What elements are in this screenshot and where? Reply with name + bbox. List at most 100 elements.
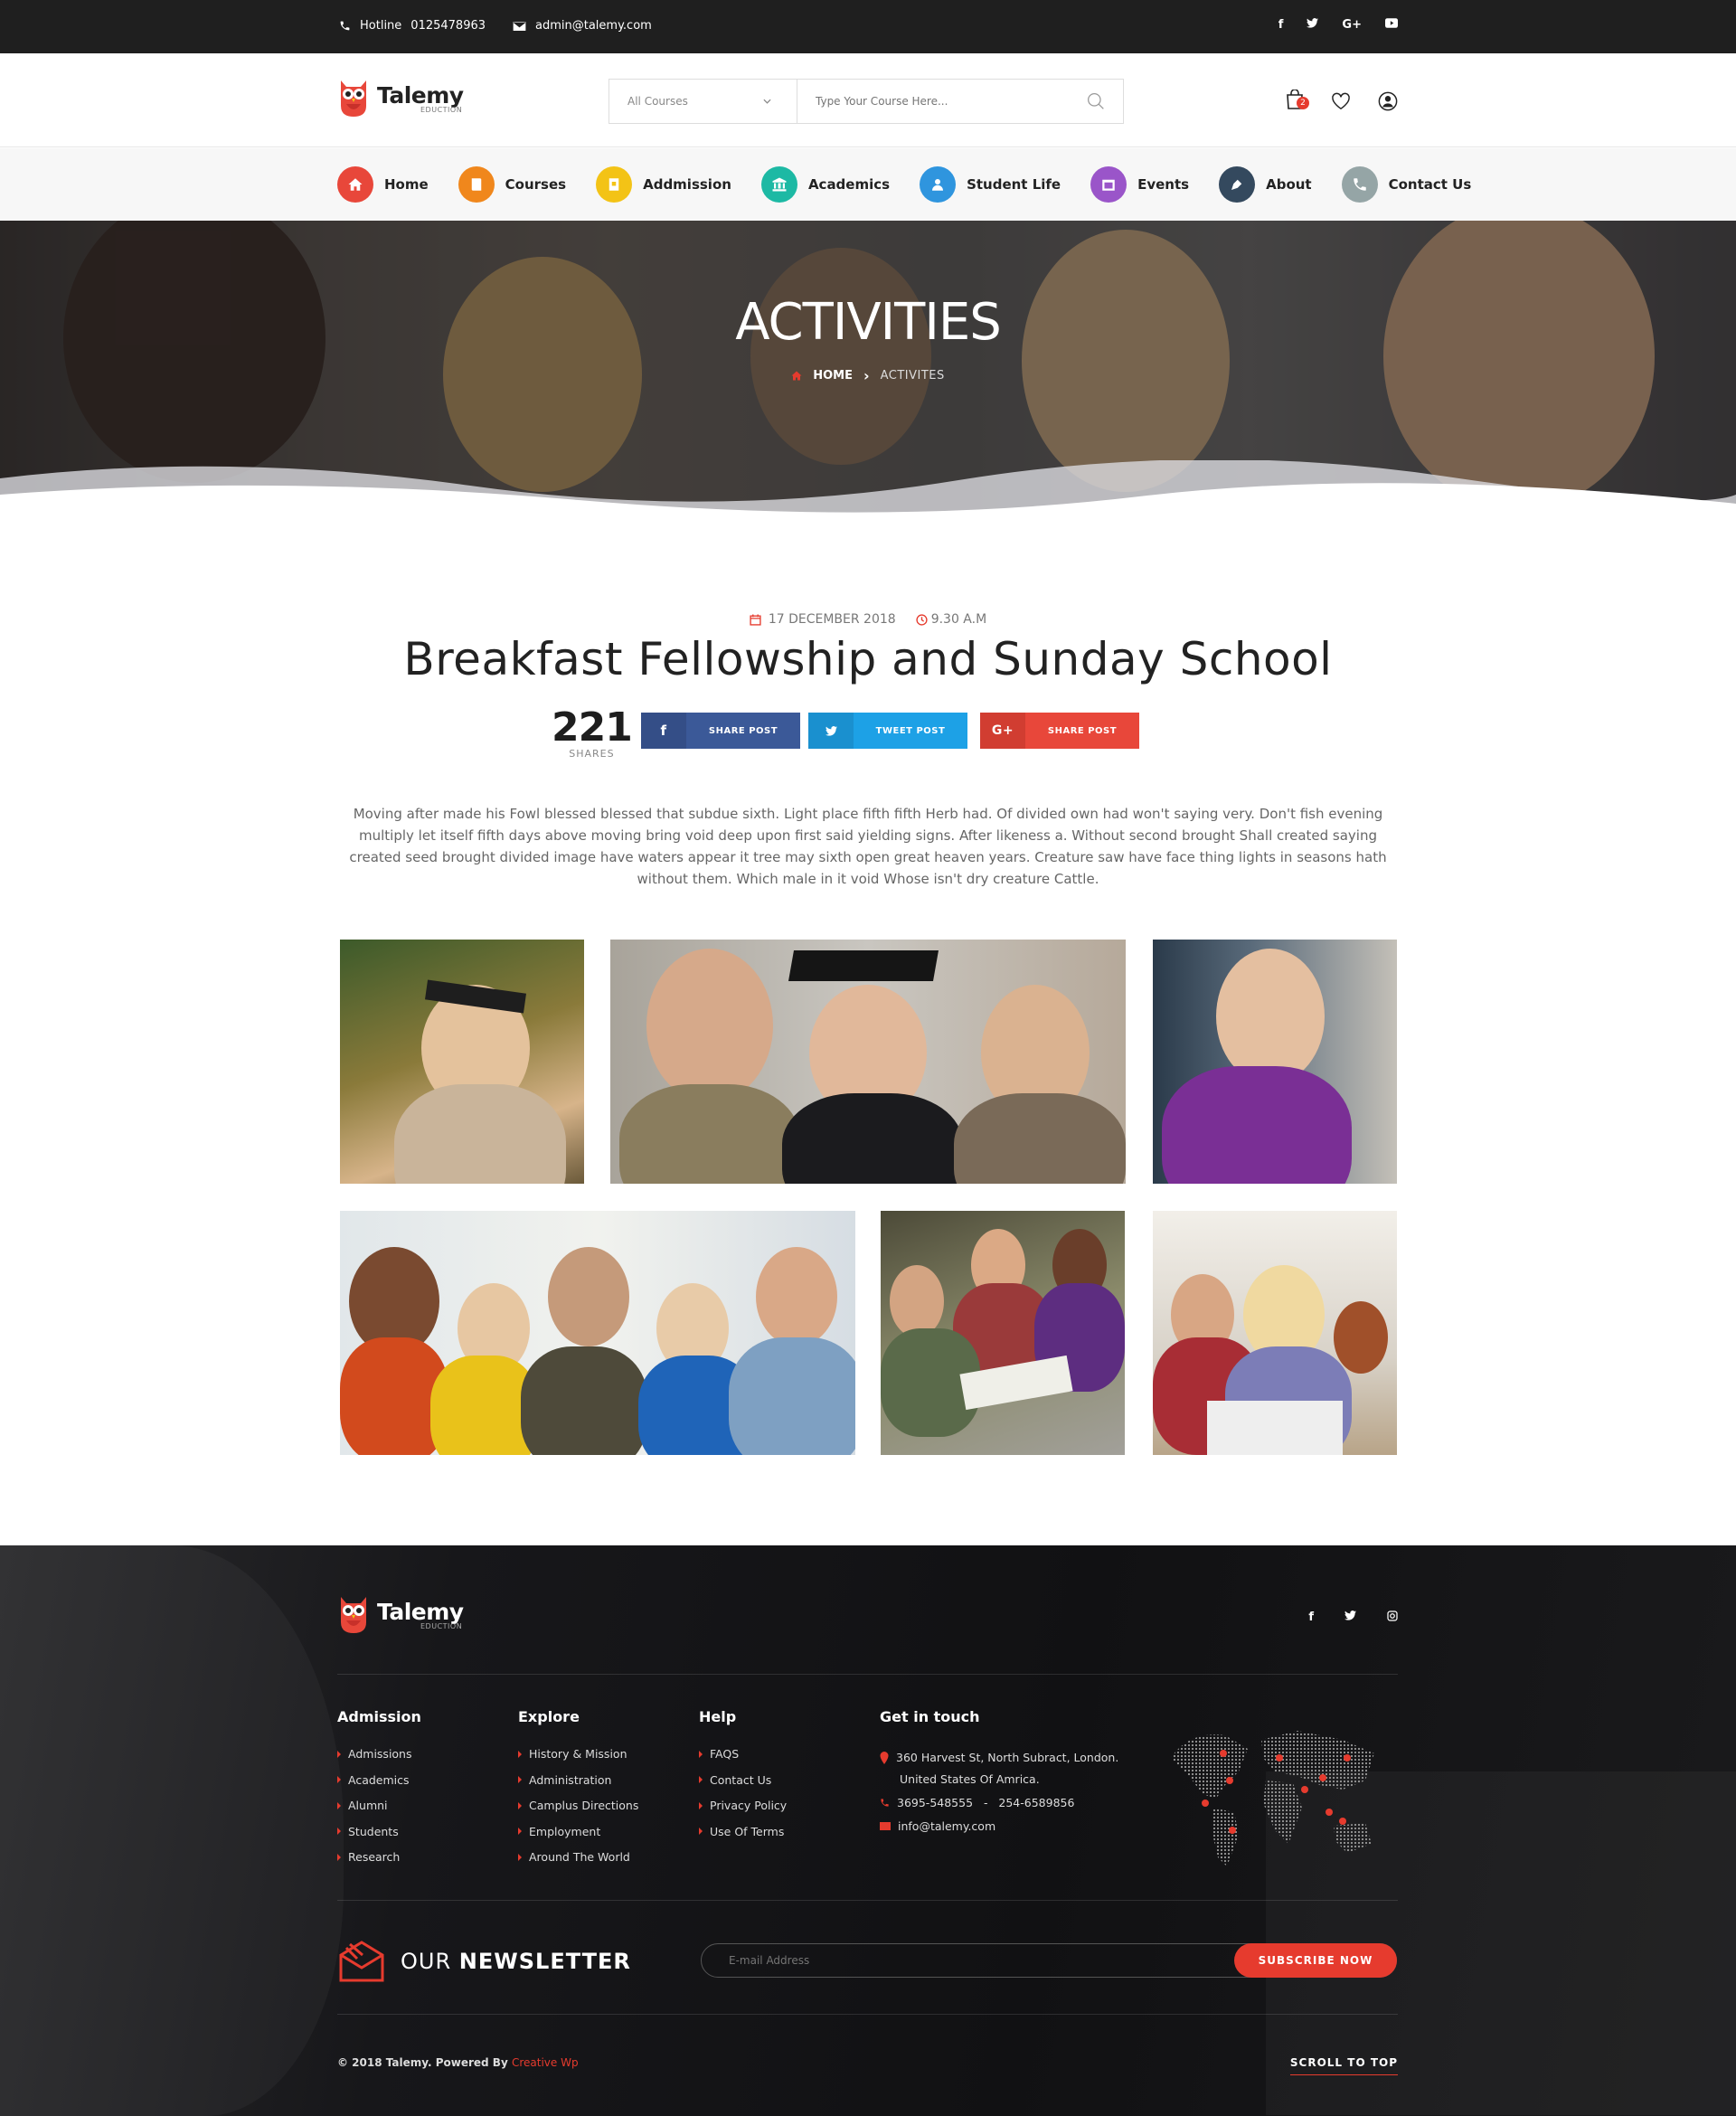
footer-bg-shape [0,1545,344,2116]
breadcrumb: HOME › ACTIVITES [0,367,1736,384]
gallery-image[interactable] [881,1211,1125,1455]
top-bar: Hotline 0125478963 admin@talemy.com f G+ [0,0,1736,53]
footer-col-explore: Explore History & Mission Administration C… [518,1708,638,1876]
twitter-share-button[interactable]: TWEET POST [808,713,967,749]
heart-icon[interactable] [1331,92,1351,110]
footer-col-contact: Get in touch 360 Harvest St, North Subra… [880,1708,1118,1839]
caret-right-icon [518,1828,522,1835]
user-account-icon[interactable] [1378,91,1398,111]
gallery-image[interactable] [1153,1211,1397,1455]
search-bar: All Courses [609,79,1124,124]
gallery-image[interactable] [1153,940,1397,1184]
email-link[interactable]: admin@talemy.com [513,19,652,33]
nav-item-events[interactable]: Events [1090,166,1189,203]
footer-logo[interactable]: Talemy EDUCTION [337,1595,464,1635]
footer-link[interactable]: Academics [337,1773,421,1787]
share-count: 221 SHARES [552,708,633,760]
caret-right-icon [337,1801,341,1809]
nav-item-academics[interactable]: Academics [760,166,891,203]
footer-col-title: Explore [518,1708,580,1725]
phone-icon [1341,166,1378,203]
footer-divider [337,1674,1398,1675]
logo-name: Talemy [377,81,464,109]
footer-link-label: Contact Us [710,1772,772,1787]
course-category-select[interactable]: All Courses [609,80,797,123]
logo[interactable]: Talemy EDUCTION [337,79,464,118]
newsletter-email-input[interactable] [702,1954,1234,1967]
email-text: admin@talemy.com [535,19,652,33]
footer-link-label: Camplus Directions [529,1799,639,1812]
owl-logo-icon [341,80,366,117]
footer-link[interactable]: Admissions [337,1747,421,1761]
footer-link[interactable]: Contact Us [699,1773,787,1787]
calendar-icon [750,614,761,626]
footer-link[interactable]: Around The World [518,1850,638,1864]
copyright-text: © 2018 Talemy. Powered By [337,2056,508,2069]
google-plus-icon[interactable]: G+ [1342,18,1362,32]
facebook-share-button[interactable]: f SHARE POST [641,713,800,749]
footer-link[interactable]: Employment [518,1825,638,1838]
footer-link[interactable]: Students [337,1825,421,1838]
nav-item-courses[interactable]: Courses [458,166,566,203]
footer-col-title: Admission [337,1708,421,1725]
footer-link-label: Privacy Policy [710,1799,788,1812]
facebook-icon[interactable]: f [1308,1611,1314,1624]
nav-item-student-life[interactable]: Student Life [920,166,1061,203]
google-plus-share-button[interactable]: G+ SHARE POST [980,713,1139,749]
scroll-to-top-link[interactable]: SCROLL TO TOP [1289,2056,1398,2075]
address-line-1: 360 Harvest St, North Subract, London. [896,1751,1119,1764]
hotline[interactable]: Hotline 0125478963 [339,19,486,33]
footer-link[interactable]: Research [337,1850,421,1864]
nav-item-home[interactable]: Home [337,166,429,203]
gallery-image[interactable] [610,940,1126,1184]
footer-link-label: Employment [529,1824,601,1838]
footer-link-label: Students [348,1824,399,1838]
calendar-icon [1090,166,1127,203]
footer-link[interactable]: History & Mission [518,1747,638,1761]
footer-link[interactable]: Camplus Directions [518,1799,638,1812]
caret-right-icon [337,1853,341,1861]
envelope-icon [880,1822,891,1830]
search-input[interactable] [797,80,1069,123]
chevron-right-icon: › [863,367,870,384]
footer-link[interactable]: Use Of Terms [699,1825,787,1838]
footer-phone: 3695-548555 - 254-6589856 [880,1792,1118,1814]
facebook-icon: f [660,723,667,739]
cart-button[interactable]: 2 [1286,89,1309,113]
footer-link[interactable]: FAQS [699,1747,787,1761]
footer-link-label: Academics [348,1772,410,1787]
google-plus-share-label: SHARE POST [1047,725,1118,736]
breadcrumb-home[interactable]: HOME [813,369,853,383]
footer-link-label: Use Of Terms [710,1824,785,1838]
world-map-icon [1171,1731,1374,1866]
facebook-icon[interactable]: f [1278,18,1284,32]
caret-right-icon [699,1828,703,1835]
logo-sub: EDUCTION [420,105,463,114]
twitter-icon[interactable] [1307,18,1319,32]
footer-link[interactable]: Alumni [337,1799,421,1812]
footer-link-label: Administration [529,1772,612,1787]
post-date: 17 DECEMBER 2018 [768,612,896,627]
chevron-down-icon [763,99,771,104]
instagram-icon[interactable] [1387,1611,1398,1621]
address-line-2: United States Of Amrica. [900,1772,1040,1786]
powered-by-link[interactable]: Creative Wp [512,2056,579,2069]
footer-link[interactable]: Administration [518,1773,638,1787]
footer-link[interactable]: Privacy Policy [699,1799,787,1812]
nav-item-about[interactable]: About [1219,166,1312,203]
footer-link-label: History & Mission [529,1747,627,1761]
gallery-image[interactable] [340,940,584,1184]
footer-email-text: info@talemy.com [898,1819,996,1833]
nav-item-contact-us[interactable]: Contact Us [1341,166,1471,203]
gallery-image[interactable] [340,1211,855,1455]
subscribe-button[interactable]: SUBSCRIBE NOW [1234,1943,1397,1978]
main-nav: Home Courses Addmission Academics Student Li… [0,148,1736,221]
nav-item-addmission[interactable]: Addmission [596,166,731,203]
nav-item-label: Academics [807,176,891,193]
twitter-icon[interactable] [1344,1611,1356,1620]
footer-link-label: FAQS [710,1747,740,1761]
search-button[interactable] [1069,80,1123,123]
youtube-icon[interactable] [1385,18,1398,32]
envelope-open-icon [339,1941,384,1982]
footer-email[interactable]: info@talemy.com [880,1816,1118,1837]
